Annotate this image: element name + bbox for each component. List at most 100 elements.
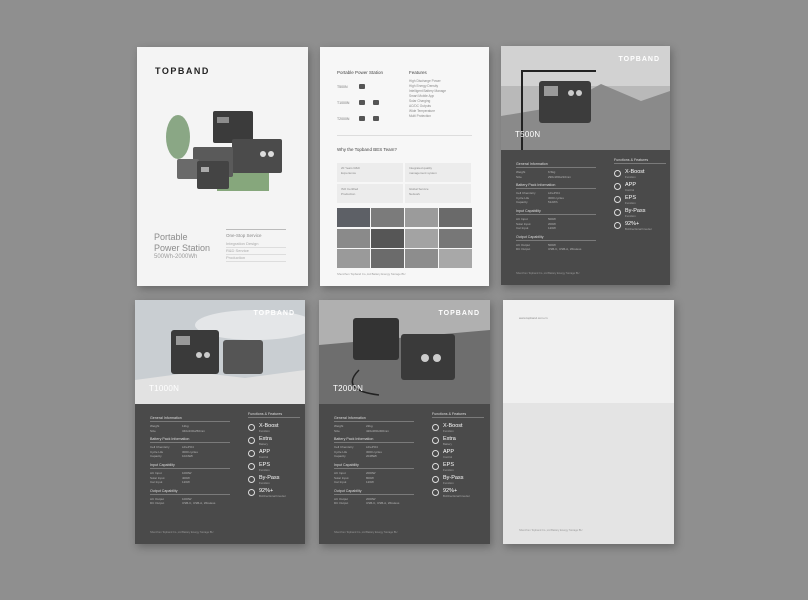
- boost-icon: [614, 170, 621, 177]
- spec-value: 290x180x210mm: [548, 174, 572, 179]
- feature-desc: Control: [443, 455, 453, 459]
- photo: [405, 208, 438, 227]
- feature-desc: Control: [625, 188, 635, 192]
- brand-logo: TOPBAND: [618, 56, 660, 63]
- feature-item: Extra Battery: [248, 436, 300, 449]
- photo: [337, 249, 370, 268]
- spec-row: Size 290x180x210mm: [516, 175, 596, 180]
- section-divider: [337, 135, 472, 136]
- efficiency-icon: [248, 489, 255, 496]
- feature-desc: Function: [625, 214, 636, 218]
- spec-key: DC Output: [516, 247, 531, 252]
- spec-value: USB-C, USB-A, Wireless: [366, 501, 400, 506]
- feature-list: High Discharge Power High Energy Density…: [409, 79, 473, 119]
- spec-key: Size: [516, 174, 522, 179]
- eps-icon: [432, 463, 439, 470]
- spec-table: General Information Weight 22kg Size 420x2…: [334, 412, 414, 506]
- feature-column: Functions & Features X-Boost Function APP…: [614, 158, 666, 234]
- spec-key: Size: [150, 428, 156, 433]
- feature-column: Functions & Features X-Boost Function Ext…: [432, 412, 484, 501]
- spec-row: Car Input 120W: [334, 480, 414, 485]
- app-icon: [432, 450, 439, 457]
- efficiency-icon: [614, 222, 621, 229]
- cover-subtitle: 500Wh-2000Wh: [154, 254, 198, 260]
- photo: [371, 228, 404, 248]
- brand-logo: TOPBAND: [155, 66, 210, 76]
- brochure-back-page[interactable]: www.topband.com.cn Shenzhen Topband Co.,…: [503, 300, 674, 544]
- page-footer: Shenzhen Topband Co.,Ltd Battery Energy …: [516, 272, 580, 275]
- service-heading: One-Stop Service: [226, 233, 262, 238]
- product-thumbnail: [359, 116, 365, 121]
- spec-row: Capacity 512Wh: [516, 200, 596, 205]
- spec-section-title: Input Capability: [334, 463, 414, 469]
- product-thumbnail: [359, 84, 365, 89]
- eps-icon: [614, 196, 621, 203]
- model-name: T1000N: [149, 384, 180, 393]
- feature-item: 92%+ Bi-Directional Inverter: [614, 221, 666, 234]
- advantage-cell: ISO Certified Production: [337, 184, 403, 203]
- factory-photo-grid: [337, 208, 472, 268]
- brochure-cover-page[interactable]: TOPBAND Portable Power Station 500Wh-200…: [137, 47, 308, 286]
- spec-key: DC Output: [150, 501, 165, 506]
- feature-item: By-Pass Function: [432, 475, 484, 488]
- features-title: Functions & Features: [432, 412, 484, 418]
- brochure-overview-page[interactable]: Portable Power Station Features T500N T1…: [320, 47, 489, 286]
- spec-key: Capacity: [516, 200, 528, 205]
- photo: [439, 228, 472, 248]
- feature-item: By-Pass Function: [614, 208, 666, 221]
- website-text: www.topband.com.cn: [519, 316, 548, 320]
- spec-table: General Information Weight 12kg Size 340x2…: [150, 412, 230, 506]
- spec-key: Size: [334, 428, 340, 433]
- features-title: Functions & Features: [248, 412, 300, 418]
- spec-section-title: Output Capability: [150, 489, 230, 495]
- spec-section-title: Input Capability: [150, 463, 230, 469]
- feature-item: 92%+ Bi-Directional Inverter: [248, 488, 300, 501]
- spec-sheet-t2000n[interactable]: TOPBAND T2000N General Information Weigh…: [319, 300, 490, 544]
- product-hero-photo: TOPBAND T2000N: [319, 300, 490, 404]
- spec-value: 120W: [182, 480, 190, 485]
- feature-item: APP Control: [614, 182, 666, 195]
- spec-sheet-t1000n[interactable]: TOPBAND T1000N General Information Weigh…: [135, 300, 305, 544]
- spec-section-title: General Information: [334, 416, 414, 422]
- app-icon: [248, 450, 255, 457]
- feature-desc: Control: [259, 455, 269, 459]
- spec-row: Car Input 120W: [150, 480, 230, 485]
- spec-key: Car Input: [516, 226, 529, 231]
- advantage-grid: 20 Years R&D Experience Integrated qualit…: [337, 163, 471, 203]
- spec-row: DC Output USB-C, USB-A, Wireless: [150, 501, 230, 506]
- spec-key: Car Input: [334, 480, 347, 485]
- spec-key: Capacity: [334, 454, 346, 459]
- products-heading: Portable Power Station: [337, 70, 384, 75]
- cover-title-line-2: Power Station: [154, 243, 211, 253]
- spec-value: 340x230x250mm: [182, 428, 206, 433]
- product-label: T2000N: [337, 116, 350, 121]
- spec-sheet-t500n[interactable]: TOPBAND T500N General Information Weight…: [501, 46, 670, 285]
- photo: [405, 249, 438, 268]
- battery-icon: [248, 437, 255, 444]
- photo: [337, 228, 370, 248]
- advantage-cell: Global Service Network: [405, 184, 471, 203]
- spec-section-title: General Information: [150, 416, 230, 422]
- advantage-cell: Integrated quality management system: [405, 163, 471, 182]
- product-thumbnail: [373, 100, 379, 105]
- boost-icon: [248, 424, 255, 431]
- feature-item: APP Control: [248, 449, 300, 462]
- bypass-icon: [614, 209, 621, 216]
- feature-desc: Bi-Directional Inverter: [625, 227, 652, 231]
- feature-column: Functions & Features X-Boost Function Ext…: [248, 412, 300, 501]
- feature-desc: Function: [625, 201, 636, 205]
- service-item: Production: [226, 255, 286, 262]
- spec-table: General Information Weight 6.5kg Size 290x…: [516, 158, 596, 252]
- feature-item: X-Boost Function: [248, 423, 300, 436]
- spec-row: Capacity 1024Wh: [150, 454, 230, 459]
- product-row: T500N: [337, 84, 365, 89]
- product-row: T1000N: [337, 100, 379, 105]
- feature-desc: Function: [259, 429, 270, 433]
- spec-section-title: General Information: [516, 162, 596, 168]
- spec-value: USB-C, USB-A, Wireless: [548, 247, 582, 252]
- boost-icon: [432, 424, 439, 431]
- product-label: T1000N: [337, 100, 350, 105]
- spec-value: 120W: [548, 226, 556, 231]
- feature-desc: Bi-Directional Inverter: [259, 494, 286, 498]
- feature-item: X-Boost Function: [432, 423, 484, 436]
